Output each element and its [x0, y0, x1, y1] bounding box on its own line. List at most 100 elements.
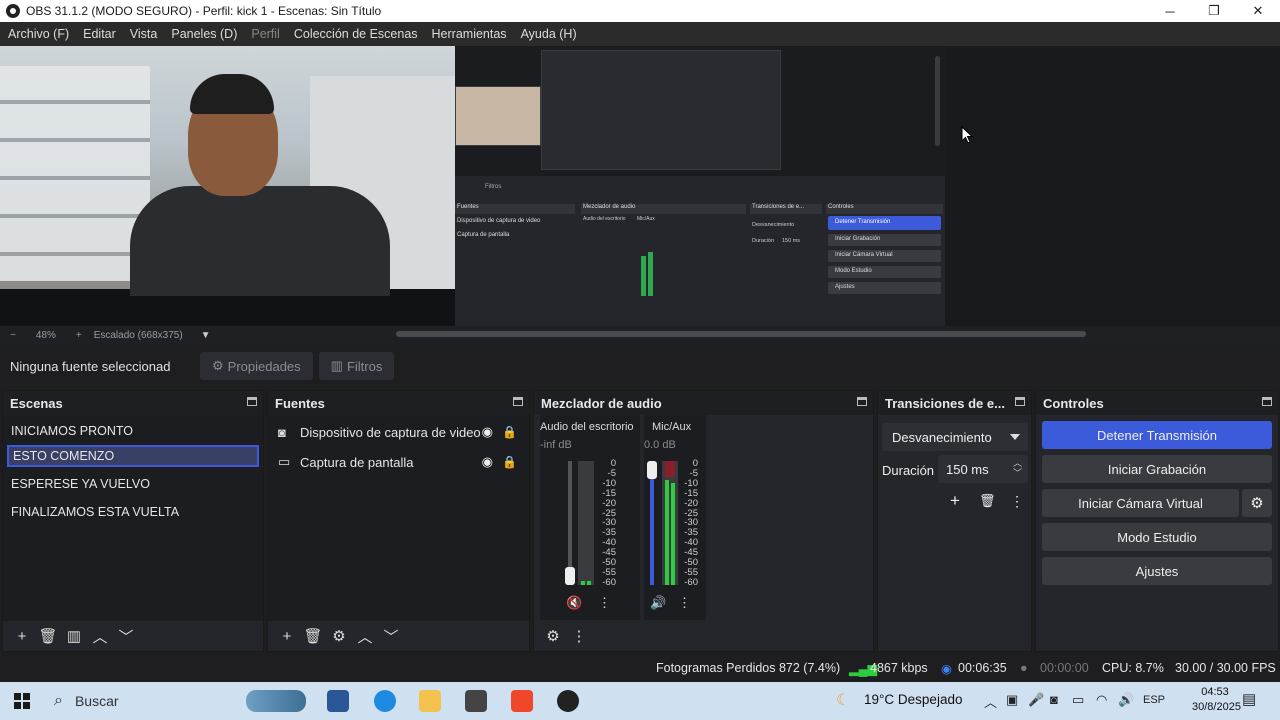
camera-icon[interactable]: ◙	[1050, 692, 1058, 707]
zoom-out-icon[interactable]: −	[10, 330, 16, 341]
source-item[interactable]: ▭ Captura de pantalla ◉ 🔒	[268, 447, 529, 477]
wifi-icon[interactable]: ◠	[1096, 692, 1107, 708]
scaling-dropdown-icon[interactable]: ▼	[201, 330, 211, 341]
nested-fade: Desvanecimiento	[752, 222, 795, 228]
file-explorer-icon[interactable]	[419, 690, 441, 712]
edge-browser-icon[interactable]	[374, 690, 396, 712]
menu-paneles[interactable]: Paneles (D)	[171, 27, 237, 41]
scene-item[interactable]: FINALIZAMOS ESTA VUELTA	[3, 498, 263, 526]
scene-item[interactable]: ESPERESE YA VUELVO	[3, 470, 263, 498]
dock-float-icon[interactable]	[1262, 397, 1272, 406]
mail-icon[interactable]	[465, 690, 487, 712]
speaker-icon[interactable]: 🔊	[650, 595, 666, 611]
virtual-camera-settings-button[interactable]: ⚙	[1242, 489, 1272, 517]
language-indicator[interactable]: ESP	[1143, 694, 1165, 706]
menu-ayuda[interactable]: Ayuda (H)	[521, 27, 577, 41]
preview-hscrollbar[interactable]	[396, 331, 1086, 337]
start-virtual-camera-button[interactable]: Iniciar Cámara Virtual	[1042, 489, 1239, 517]
properties-button[interactable]: ⚙ Propiedades	[200, 352, 313, 380]
fps: 30.00 / 30.00 FPS	[1175, 661, 1276, 675]
nested-btn-stop: Detener Transmisión	[835, 219, 891, 225]
windows-start-icon[interactable]	[14, 693, 30, 709]
dock-float-icon[interactable]	[247, 397, 257, 406]
channel-name: Mic/Aux	[652, 421, 692, 433]
start-recording-button[interactable]: Iniciar Grabación	[1042, 455, 1272, 483]
more-vertical-icon[interactable]: ⋮	[1010, 493, 1024, 510]
weather-text[interactable]: 19°C Despejado	[864, 692, 962, 707]
chevron-up-icon[interactable]: ︿	[352, 625, 378, 647]
dock-float-icon[interactable]	[1015, 397, 1025, 406]
more-vertical-icon[interactable]: ⋮	[566, 625, 592, 647]
scenes-title: Escenas	[3, 391, 263, 415]
nested-ch1: Audio del escritorio	[583, 216, 626, 222]
brave-browser-icon[interactable]	[511, 690, 533, 712]
close-button[interactable]: ✕	[1236, 0, 1280, 22]
sources-toolbar: + 🗑 ⚙ ︿ ﹀	[268, 621, 529, 651]
maximize-button[interactable]: ❐	[1192, 0, 1236, 22]
transition-select[interactable]: Desvanecimiento	[882, 423, 1028, 451]
menu-herramientas[interactable]: Herramientas	[432, 27, 507, 41]
lock-icon[interactable]: 🔒	[502, 455, 517, 469]
meter-scale: 0 -5 -10 -15 -20 -25 -30 -35 -40 -45 -50 -55 -60	[678, 459, 698, 588]
gear-icon[interactable]: ⚙	[326, 625, 352, 647]
trash-icon[interactable]: 🗑	[300, 625, 326, 647]
clock[interactable]: 04:53 30/8/2025	[1192, 685, 1241, 715]
zoom-in-icon[interactable]: +	[76, 330, 82, 341]
settings-button[interactable]: Ajustes	[1042, 557, 1272, 585]
eye-icon[interactable]: ◉	[482, 424, 493, 440]
speaker-muted-icon[interactable]: 🔇	[566, 595, 582, 611]
lock-icon[interactable]: 🔒	[502, 425, 517, 439]
nested-btn-rec: Iniciar Grabación	[835, 236, 881, 242]
source-item[interactable]: ◙ Dispositivo de captura de video ◉ 🔒	[268, 417, 529, 447]
advanced-audio-icon[interactable]: ⚙	[540, 625, 566, 647]
spin-arrows-icon[interactable]: ︿ ﹀	[1013, 458, 1022, 478]
volume-icon[interactable]: 🔊	[1118, 692, 1134, 708]
clock-time: 04:53	[1201, 686, 1229, 698]
dock-float-icon[interactable]	[513, 397, 523, 406]
nested-filters-label: Filtros	[485, 184, 502, 190]
eye-icon[interactable]: ◉	[482, 454, 493, 470]
duration-label: Duración	[882, 463, 935, 478]
task-view-icon[interactable]	[327, 690, 349, 712]
filter-icon[interactable]: ▥	[61, 625, 87, 647]
volume-knob[interactable]	[647, 461, 657, 479]
add-icon[interactable]: +	[950, 491, 960, 511]
add-icon[interactable]: +	[9, 625, 35, 647]
microphone-icon[interactable]: 🎤	[1028, 692, 1044, 708]
person-body-graphic	[130, 186, 390, 296]
scene-item[interactable]: INICIAMOS PRONTO	[3, 417, 263, 445]
stop-streaming-button[interactable]: Detener Transmisión	[1042, 421, 1272, 449]
network-icon[interactable]: ▭	[1072, 692, 1084, 708]
controls-title: Controles	[1036, 391, 1278, 415]
volume-knob[interactable]	[565, 567, 575, 585]
menu-perfil[interactable]: Perfil	[251, 27, 279, 41]
add-icon[interactable]: +	[274, 625, 300, 647]
menu-archivo[interactable]: Archivo (F)	[8, 27, 69, 41]
chevron-down-icon[interactable]: ﹀	[378, 625, 404, 647]
preview-vscrollbar[interactable]	[935, 56, 940, 146]
dock-float-icon[interactable]	[857, 397, 867, 406]
source-label: Dispositivo de captura de video	[300, 424, 481, 440]
monitor-icon: ▭	[278, 454, 291, 469]
more-vertical-icon[interactable]: ⋮	[598, 595, 611, 611]
menu-coleccion[interactable]: Colección de Escenas	[294, 27, 418, 41]
volume-slider[interactable]	[650, 461, 654, 585]
obs-taskbar-icon[interactable]	[557, 690, 579, 712]
menu-editar[interactable]: Editar	[83, 27, 116, 41]
filters-button[interactable]: ▥ Filtros	[318, 352, 395, 380]
level-meter	[662, 461, 678, 585]
notifications-icon[interactable]: ▤	[1242, 690, 1256, 708]
chevron-up-icon[interactable]: ︿	[984, 692, 997, 711]
duration-spinbox[interactable]: 150 ms ︿ ﹀	[938, 455, 1028, 483]
minimize-button[interactable]: ─	[1148, 0, 1192, 22]
scene-item-selected[interactable]: ESTO COMENZO	[7, 445, 259, 467]
chevron-up-icon[interactable]: ︿	[87, 625, 113, 647]
chevron-down-icon[interactable]: ﹀	[113, 625, 139, 647]
menu-vista[interactable]: Vista	[130, 27, 158, 41]
preview-canvas[interactable]: Fuentes Dispositivo de captura de video …	[0, 46, 1280, 326]
trash-icon[interactable]: 🗑	[35, 625, 61, 647]
studio-mode-button[interactable]: Modo Estudio	[1042, 523, 1272, 551]
trash-icon[interactable]: 🗑	[979, 493, 996, 509]
tray-icon[interactable]: ▣	[1006, 692, 1018, 708]
more-vertical-icon[interactable]: ⋮	[678, 595, 691, 611]
